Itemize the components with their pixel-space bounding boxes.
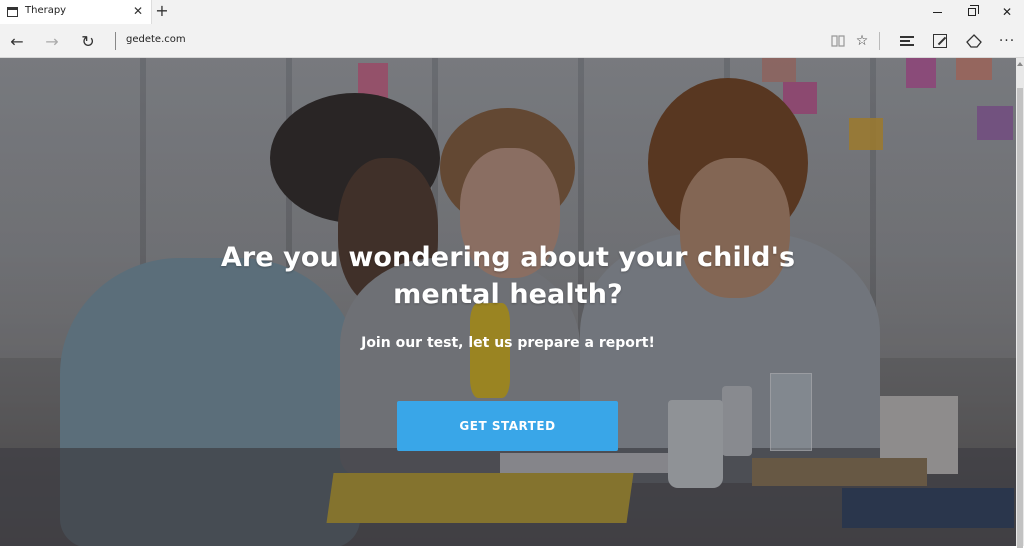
share-button[interactable] xyxy=(963,30,985,52)
divider xyxy=(879,32,880,50)
minimize-button[interactable] xyxy=(920,0,954,24)
hero-title-line1: Are you wondering about your child's xyxy=(220,242,796,273)
share-icon xyxy=(966,34,982,48)
get-started-button[interactable]: GET STARTED xyxy=(397,401,618,451)
star-icon: ☆ xyxy=(855,33,869,49)
page-icon xyxy=(7,7,18,17)
back-arrow-icon: ← xyxy=(10,31,24,51)
restore-icon xyxy=(968,5,979,16)
book-icon xyxy=(831,35,845,47)
vertical-scrollbar[interactable] xyxy=(1016,58,1024,548)
back-button[interactable]: ← xyxy=(6,30,28,52)
hero-subtitle: Join our test, let us prepare a report! xyxy=(361,335,655,351)
tab-strip: Therapy ✕ + ✕ xyxy=(0,0,1024,24)
favorite-button[interactable]: ☆ xyxy=(851,30,873,52)
hero-title-line2: mental health? xyxy=(393,279,623,310)
address-bar[interactable]: gedete.com xyxy=(126,34,186,45)
hub-button[interactable] xyxy=(896,30,918,52)
hero-title: Are you wondering about your child's men… xyxy=(0,239,1016,313)
close-icon: ✕ xyxy=(1001,5,1013,19)
close-window-button[interactable]: ✕ xyxy=(990,0,1024,24)
divider xyxy=(115,32,116,50)
forward-arrow-icon: → xyxy=(45,31,59,51)
refresh-icon: ↻ xyxy=(81,31,95,51)
restore-button[interactable] xyxy=(955,0,989,24)
new-tab-icon[interactable]: + xyxy=(154,2,170,22)
reading-view-button[interactable] xyxy=(827,30,849,52)
browser-tab[interactable]: Therapy ✕ xyxy=(0,0,152,24)
more-button[interactable]: ··· xyxy=(996,30,1018,52)
close-tab-icon[interactable]: ✕ xyxy=(133,4,143,18)
hub-icon xyxy=(900,36,914,46)
forward-button[interactable]: → xyxy=(41,30,63,52)
refresh-button[interactable]: ↻ xyxy=(77,30,99,52)
navigation-bar: ← → ↻ gedete.com ☆ ··· xyxy=(0,24,1024,58)
web-note-button[interactable] xyxy=(929,30,951,52)
hero-section: Are you wondering about your child's men… xyxy=(0,58,1016,546)
tab-title: Therapy xyxy=(25,5,67,16)
scroll-up-icon[interactable] xyxy=(1017,60,1023,66)
more-icon: ··· xyxy=(998,33,1016,49)
minimize-icon xyxy=(932,11,942,13)
pen-icon xyxy=(933,34,947,48)
scrollbar-thumb[interactable] xyxy=(1017,88,1023,548)
